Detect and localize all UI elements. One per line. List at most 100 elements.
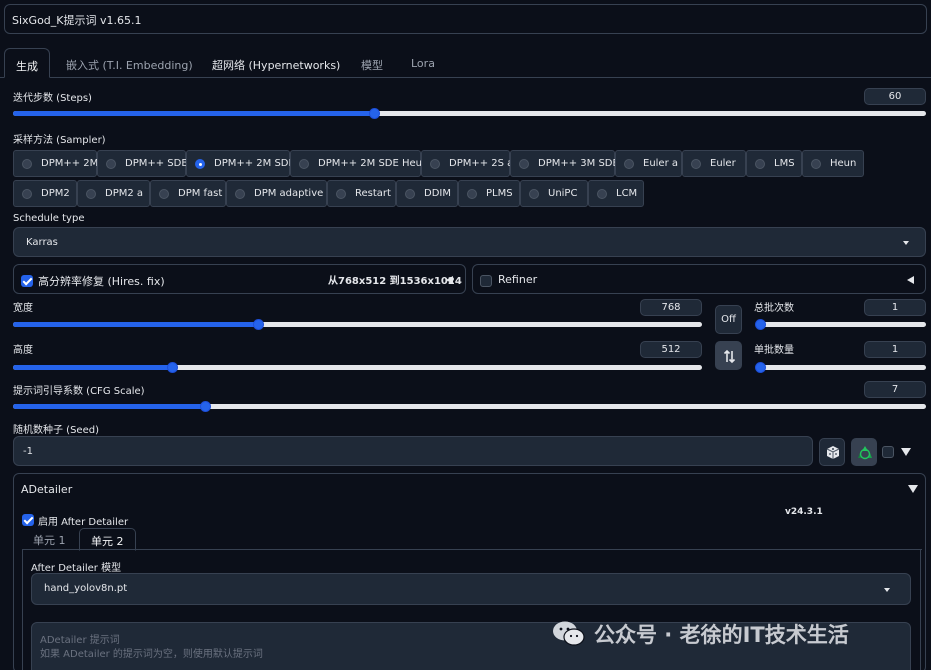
batch-count-number-input[interactable]: 1 <box>864 299 926 316</box>
cfg-scale-slider-fill <box>13 404 205 409</box>
cfg-scale-slider[interactable] <box>13 401 926 412</box>
sampler-option[interactable]: DPM adaptive <box>226 180 327 207</box>
adetailer-title[interactable]: ADetailer <box>21 483 72 496</box>
sampler-option[interactable]: Euler a <box>615 150 682 177</box>
collapse-arrow-icon <box>446 276 453 284</box>
sampler-option[interactable]: DPM++ 2M <box>13 150 98 177</box>
radio-dot <box>22 189 32 199</box>
seed-extra-expand-icon[interactable] <box>901 448 911 456</box>
refiner-label: Refiner <box>498 273 538 286</box>
cfg-scale-number-input[interactable]: 7 <box>864 381 926 398</box>
schedule-type-dropdown[interactable]: Karras <box>13 227 926 257</box>
height-slider[interactable] <box>13 362 702 373</box>
app-title-bar: SixGod_K提示词 v1.65.1 <box>4 4 927 34</box>
sampler-option-selected[interactable]: DPM++ 2M SDE <box>186 150 295 177</box>
sampler-option[interactable]: DPM2 a <box>77 180 150 207</box>
swap-dimensions-button[interactable] <box>715 341 742 370</box>
tab-unit-2[interactable]: 单元 2 <box>79 528 136 551</box>
hires-fix-info: 从768x512 到1536x1024 <box>328 276 462 287</box>
hires-fix-label: 高分辨率修复 (Hires. fix) <box>38 275 165 288</box>
sampler-option[interactable]: LCM <box>588 180 644 207</box>
adetailer-prompt-placeholder: 如果 ADetailer 的提示词为空，则使用默认提示词 <box>40 649 263 660</box>
sampler-option[interactable]: UniPC <box>520 180 588 207</box>
hires-fix-checkbox[interactable] <box>21 275 33 287</box>
width-slider-fill <box>13 322 258 327</box>
seed-extra-checkbox[interactable] <box>882 446 894 458</box>
schedule-type-label: Schedule type <box>13 213 85 224</box>
sampler-option[interactable]: DPM++ 2S a <box>421 150 513 177</box>
sampler-option[interactable]: LMS <box>746 150 802 177</box>
sampler-label: 采样方法 (Sampler) <box>13 135 106 146</box>
adetailer-unit-tabs: 单元 1 单元 2 <box>22 528 922 551</box>
seed-input[interactable]: -1 <box>13 436 813 466</box>
sampler-radio-group: DPM++ 2M DPM++ SDE DPM++ 2M SDE DPM++ 2M… <box>13 150 926 210</box>
height-slider-fill <box>13 365 173 370</box>
radio-dot <box>519 159 529 169</box>
radio-dot <box>405 189 415 199</box>
cfg-scale-label: 提示词引导系数 (CFG Scale) <box>13 386 145 397</box>
adetailer-model-label: After Detailer 模型 <box>31 563 122 574</box>
radio-dot <box>597 189 607 199</box>
chevron-down-icon <box>884 588 890 592</box>
adetailer-model-value: hand_yolov8n.pt <box>44 583 128 594</box>
batch-size-slider[interactable] <box>755 362 926 373</box>
chevron-down-icon <box>903 241 909 245</box>
reuse-seed-button[interactable] <box>851 438 877 466</box>
sampler-option[interactable]: Heun <box>802 150 864 177</box>
adetailer-enable-checkbox[interactable] <box>22 514 34 526</box>
refiner-checkbox[interactable] <box>480 275 492 287</box>
radio-dot <box>430 159 440 169</box>
width-slider-thumb[interactable] <box>252 319 264 330</box>
seed-value: -1 <box>23 446 33 457</box>
batch-count-label: 总批次数 <box>754 303 794 314</box>
steps-number-input[interactable]: 60 <box>864 88 926 105</box>
height-slider-thumb[interactable] <box>167 362 179 373</box>
adetailer-model-dropdown[interactable]: hand_yolov8n.pt <box>31 573 911 605</box>
radio-dot <box>159 189 169 199</box>
sampler-option[interactable]: DPM++ SDE <box>97 150 188 177</box>
tab-models[interactable]: 模型 <box>361 48 383 78</box>
refiner-accordion[interactable]: Refiner <box>472 264 926 294</box>
sampler-option[interactable]: DDIM <box>396 180 458 207</box>
hires-fix-accordion[interactable]: 高分辨率修复 (Hires. fix) 从768x512 到1536x1024 <box>13 264 466 294</box>
radio-dot <box>106 159 116 169</box>
steps-slider-fill <box>13 111 374 116</box>
main-tabs: 生成 嵌入式 (T.I. Embedding) 超网络 (Hypernetwor… <box>0 48 931 78</box>
radio-dot <box>336 189 346 199</box>
cfg-scale-slider-thumb[interactable] <box>199 401 211 412</box>
adetailer-prompt-placeholder-title: ADetailer 提示词 <box>40 635 120 646</box>
sampler-option[interactable]: DPM fast <box>150 180 226 207</box>
random-seed-button[interactable] <box>819 438 845 466</box>
sampler-option[interactable]: Euler <box>682 150 746 177</box>
tab-hypernetworks[interactable]: 超网络 (Hypernetworks) <box>212 48 340 78</box>
radio-dot <box>755 159 765 169</box>
batch-size-slider-thumb[interactable] <box>755 362 766 373</box>
tab-lora[interactable]: Lora <box>411 48 435 78</box>
tab-unit-1[interactable]: 单元 1 <box>33 532 66 548</box>
steps-slider-thumb[interactable] <box>368 108 380 119</box>
sampler-option[interactable]: DPM2 <box>13 180 77 207</box>
tab-embedding[interactable]: 嵌入式 (T.I. Embedding) <box>66 48 193 78</box>
radio-dot <box>235 189 245 199</box>
batch-count-slider[interactable] <box>755 319 926 330</box>
sampler-option[interactable]: DPM++ 2M SDE Heun <box>290 150 428 177</box>
sampler-option[interactable]: DPM++ 3M SDE <box>510 150 619 177</box>
sampler-option[interactable]: PLMS <box>458 180 520 207</box>
batch-count-slider-thumb[interactable] <box>755 319 766 330</box>
off-button[interactable]: Off <box>715 305 742 334</box>
swap-icon <box>723 349 736 364</box>
app-title: SixGod_K提示词 v1.65.1 <box>12 14 142 27</box>
width-slider[interactable] <box>13 319 702 330</box>
batch-size-number-input[interactable]: 1 <box>864 341 926 358</box>
width-number-input[interactable]: 768 <box>640 299 702 316</box>
collapse-arrow-icon[interactable] <box>908 485 918 493</box>
radio-dot <box>691 159 701 169</box>
batch-size-label: 单批数量 <box>754 345 794 356</box>
watermark: 公众号 · 老徐的IT技术生活 <box>552 617 930 651</box>
radio-dot <box>811 159 821 169</box>
tab-generate[interactable]: 生成 <box>4 48 50 78</box>
sampler-option[interactable]: Restart <box>327 180 396 207</box>
height-number-input[interactable]: 512 <box>640 341 702 358</box>
radio-dot <box>22 159 32 169</box>
steps-slider[interactable] <box>13 108 926 119</box>
